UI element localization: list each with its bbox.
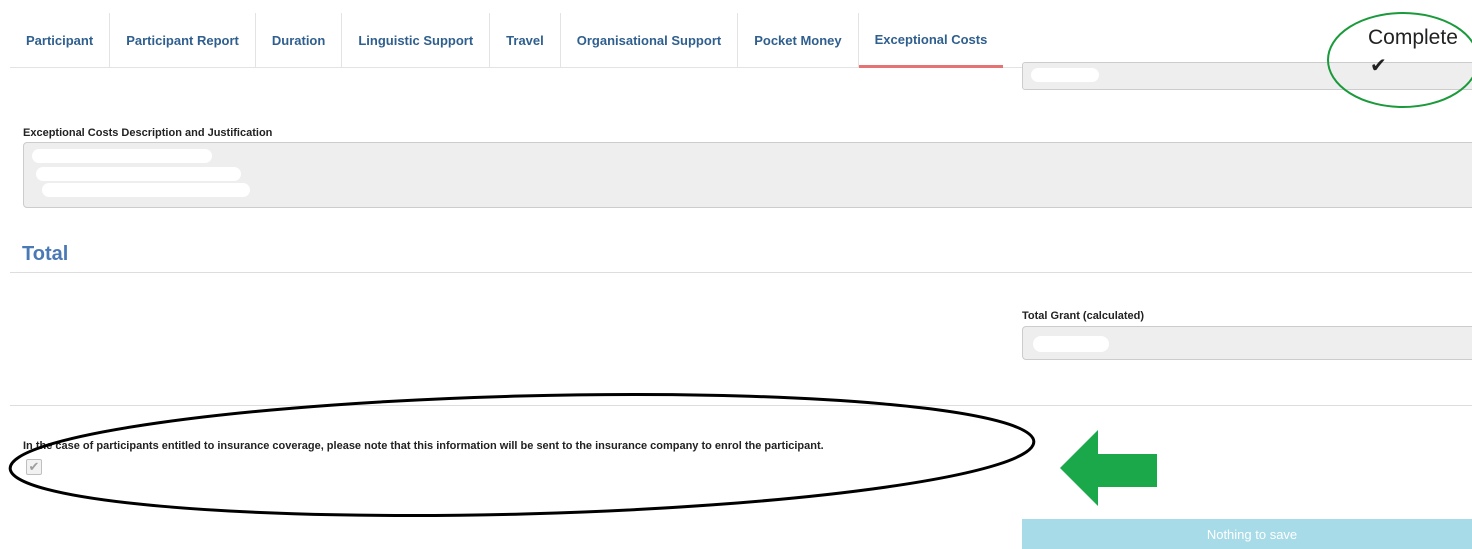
description-label: Exceptional Costs Description and Justif… bbox=[23, 127, 273, 139]
tab-linguistic-support[interactable]: Linguistic Support bbox=[342, 13, 491, 68]
section-title-total: Total bbox=[22, 243, 69, 265]
tab-participant[interactable]: Participant bbox=[10, 13, 111, 68]
tab-bar: Participant Participant Report Duration … bbox=[10, 13, 1070, 68]
insurance-notice: In the case of participants entitled to … bbox=[23, 440, 824, 452]
redaction-mark bbox=[42, 183, 250, 197]
tab-pocket-money[interactable]: Pocket Money bbox=[738, 13, 859, 68]
top-readonly-field bbox=[1022, 62, 1472, 90]
checkmark-icon: ✔ bbox=[1370, 55, 1387, 77]
save-button[interactable]: Nothing to save bbox=[1022, 519, 1472, 549]
tab-travel[interactable]: Travel bbox=[490, 13, 561, 68]
tab-duration[interactable]: Duration bbox=[256, 13, 343, 68]
divider bbox=[10, 272, 1472, 273]
insurance-checkbox[interactable]: ✔ bbox=[26, 459, 42, 475]
redaction-mark bbox=[36, 167, 241, 181]
green-arrow-icon bbox=[1060, 430, 1157, 506]
total-grant-field bbox=[1022, 326, 1472, 360]
redaction-mark bbox=[1033, 336, 1109, 352]
tab-participant-report[interactable]: Participant Report bbox=[110, 13, 256, 68]
status-complete-label: Complete bbox=[1368, 26, 1458, 49]
tab-organisational-support[interactable]: Organisational Support bbox=[561, 13, 739, 68]
divider bbox=[10, 405, 1472, 406]
description-textarea[interactable] bbox=[23, 142, 1472, 208]
redaction-mark bbox=[1031, 68, 1099, 82]
total-grant-label: Total Grant (calculated) bbox=[1022, 310, 1145, 322]
tab-exceptional-costs[interactable]: Exceptional Costs bbox=[858, 13, 1004, 68]
redaction-mark bbox=[32, 149, 212, 163]
